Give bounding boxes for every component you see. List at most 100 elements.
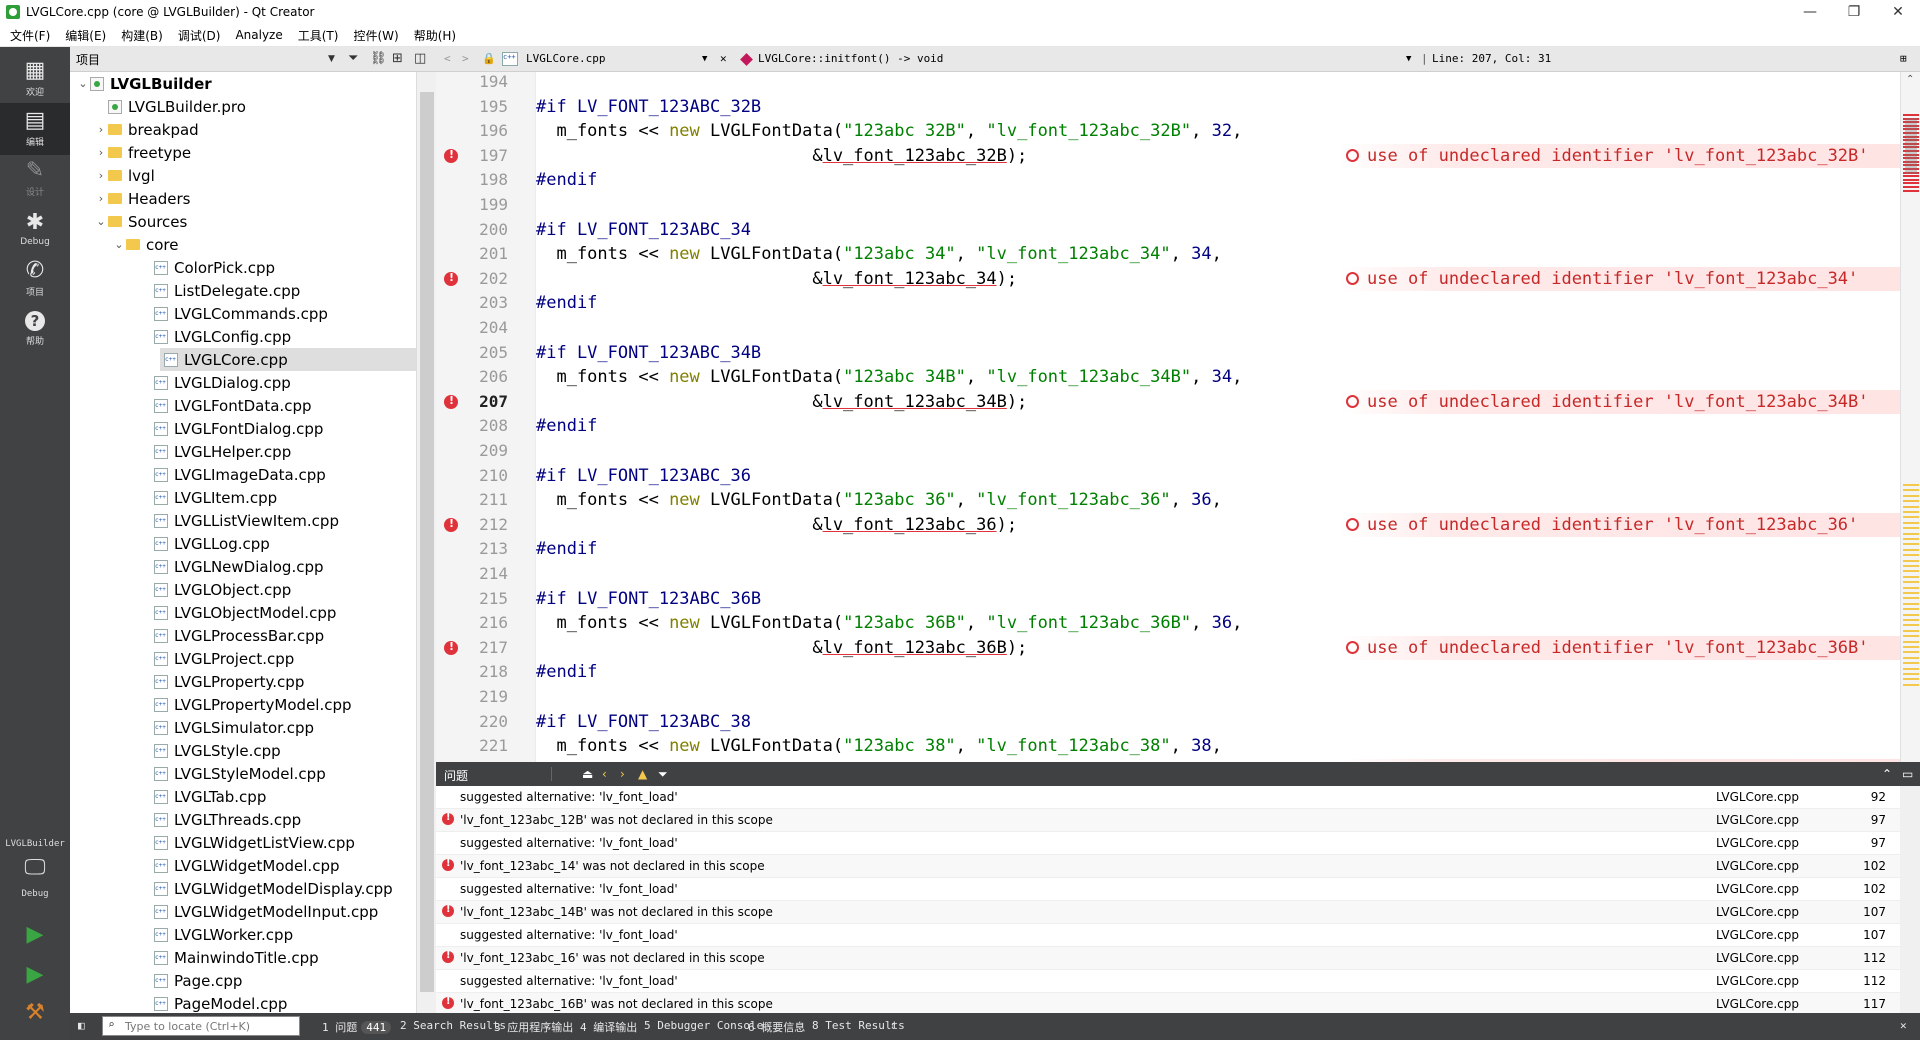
- code-line[interactable]: #endif: [536, 660, 1900, 684]
- menu-item[interactable]: 构建(B): [116, 27, 168, 44]
- tree-item[interactable]: Page.cpp: [70, 969, 416, 992]
- chevron-right-icon[interactable]: ›: [94, 123, 108, 136]
- code-line[interactable]: &lv_font_123abc_36B); use of undeclared i…: [536, 635, 1900, 660]
- chevron-down-icon[interactable]: ⌄: [94, 215, 108, 228]
- menu-item[interactable]: 编辑(E): [60, 27, 111, 44]
- tree-item[interactable]: › breakpad: [70, 118, 416, 141]
- forward-icon[interactable]: >: [462, 52, 469, 65]
- code-line[interactable]: &lv_font_123abc_34B); use of undeclared i…: [536, 389, 1900, 414]
- mode-pencil[interactable]: ✎ 设计: [0, 153, 70, 205]
- code-line[interactable]: #endif: [536, 414, 1900, 438]
- inline-error-annotation[interactable]: use of undeclared identifier 'lv_font_12…: [1340, 143, 1900, 168]
- code-line[interactable]: #if LV_FONT_123ABC_34B: [536, 341, 1900, 365]
- code-editor[interactable]: #if LV_FONT_123ABC_32B m_fonts << new LV…: [536, 72, 1900, 762]
- menu-item[interactable]: 帮助(H): [409, 27, 461, 44]
- code-line[interactable]: [536, 316, 1900, 340]
- issue-row[interactable]: suggested alternative: 'lv_font_load' LVG…: [436, 924, 1900, 947]
- locator-input[interactable]: Type to locate (Ctrl+K): [102, 1016, 300, 1036]
- menu-item[interactable]: 文件(F): [5, 27, 55, 44]
- output-tab[interactable]: 2 Search Results: [400, 1019, 506, 1032]
- code-line[interactable]: [536, 72, 1900, 94]
- chevron-down-icon[interactable]: ▼: [1406, 54, 1411, 64]
- code-line[interactable]: &lv_font_123abc_32B); use of undeclared i…: [536, 143, 1900, 168]
- next-item-icon[interactable]: ›: [620, 767, 625, 781]
- tree-item[interactable]: LVGLProcessBar.cpp: [70, 624, 416, 647]
- editor-scrollbar[interactable]: ⌃: [1900, 72, 1920, 762]
- close-button[interactable]: ✕: [1876, 0, 1920, 24]
- minimize-button[interactable]: —: [1788, 0, 1832, 24]
- chevron-down-icon[interactable]: ⌄: [76, 77, 90, 90]
- tree-item[interactable]: ⌄ Sources: [70, 210, 416, 233]
- open-file-combo[interactable]: LVGLCore.cpp: [526, 52, 605, 65]
- tree-scroll-thumb[interactable]: [420, 92, 434, 992]
- chevron-right-icon[interactable]: ›: [94, 169, 108, 182]
- code-line[interactable]: m_fonts << new LVGLFontData("123abc 32B"…: [536, 119, 1900, 143]
- issues-scrollbar[interactable]: [1900, 786, 1920, 1013]
- error-marker-icon[interactable]: [444, 148, 458, 163]
- issue-row[interactable]: suggested alternative: 'lv_font_load' LVG…: [436, 832, 1900, 855]
- toggle-sidebar-icon[interactable]: ◧: [78, 1019, 85, 1032]
- tree-item[interactable]: LVGLSimulator.cpp: [70, 716, 416, 739]
- clear-icon[interactable]: ⏏: [582, 767, 593, 781]
- run-button[interactable]: ▶: [0, 917, 70, 951]
- monitor-icon[interactable]: 🖵: [0, 855, 70, 889]
- more-tabs-icon[interactable]: ⇕: [890, 1019, 897, 1032]
- code-line[interactable]: m_fonts << new LVGLFontData("123abc 38",…: [536, 734, 1900, 758]
- tree-item[interactable]: LVGLBuilder.pro: [70, 95, 416, 118]
- tree-item[interactable]: ListDelegate.cpp: [70, 279, 416, 302]
- output-tab[interactable]: 3 应用程序输出: [494, 1019, 573, 1035]
- tree-item[interactable]: LVGLWidgetListView.cpp: [70, 831, 416, 854]
- tree-item[interactable]: LVGLWidgetModel.cpp: [70, 854, 416, 877]
- code-line[interactable]: m_fonts << new LVGLFontData("123abc 34B"…: [536, 365, 1900, 389]
- build-hammer-button[interactable]: ⚒: [0, 995, 70, 1029]
- output-tab[interactable]: 1 问题 441: [322, 1019, 392, 1035]
- split-icon[interactable]: ⊞: [1900, 52, 1907, 65]
- menu-item[interactable]: Analyze: [230, 28, 287, 42]
- mode-wrench[interactable]: ✆ 项目: [0, 253, 70, 305]
- cursor-position[interactable]: Line: 207, Col: 31: [1432, 52, 1551, 65]
- tree-scrollbar[interactable]: [416, 72, 436, 1013]
- tree-item[interactable]: LVGLObject.cpp: [70, 578, 416, 601]
- code-line[interactable]: #if LV_FONT_123ABC_32B: [536, 95, 1900, 119]
- tree-item[interactable]: LVGLObjectModel.cpp: [70, 601, 416, 624]
- menu-item[interactable]: 控件(W): [348, 27, 403, 44]
- error-marker-icon[interactable]: [444, 517, 458, 532]
- code-line[interactable]: m_fonts << new LVGLFontData("123abc 36",…: [536, 488, 1900, 512]
- inline-error-annotation[interactable]: use of undeclared identifier 'lv_font_12…: [1340, 266, 1900, 291]
- tree-item[interactable]: LVGLLog.cpp: [70, 532, 416, 555]
- tree-item[interactable]: ColorPick.cpp: [70, 256, 416, 279]
- scroll-up-icon[interactable]: ⌃: [1906, 74, 1914, 85]
- issue-row[interactable]: 'lv_font_123abc_12B' was not declared in…: [436, 809, 1900, 832]
- code-line[interactable]: &lv_font_123abc_34); use of undeclared id…: [536, 266, 1900, 291]
- code-line[interactable]: [536, 193, 1900, 217]
- inline-error-annotation[interactable]: use of undeclared identifier 'lv_font_12…: [1340, 635, 1900, 660]
- tree-item[interactable]: › Headers: [70, 187, 416, 210]
- maximize-pane-icon[interactable]: ⌃: [1882, 767, 1892, 781]
- chevron-right-icon[interactable]: ›: [94, 192, 108, 205]
- close-pane-icon[interactable]: ▭: [1902, 767, 1913, 781]
- code-line[interactable]: #if LV_FONT_123ABC_36: [536, 464, 1900, 488]
- code-line[interactable]: &lv_font_123abc_36); use of undeclared id…: [536, 512, 1900, 537]
- tree-item[interactable]: LVGLConfig.cpp: [70, 325, 416, 348]
- close-document-icon[interactable]: ✕: [720, 52, 727, 65]
- code-line[interactable]: [536, 685, 1900, 709]
- tree-item[interactable]: MainwindoTitle.cpp: [70, 946, 416, 969]
- editor-scroll-thumb[interactable]: [1905, 118, 1917, 174]
- code-line[interactable]: m_fonts << new LVGLFontData("123abc 36B"…: [536, 611, 1900, 635]
- chevron-down-icon[interactable]: ▼: [328, 54, 335, 64]
- issue-row[interactable]: 'lv_font_123abc_14B' was not declared in…: [436, 901, 1900, 924]
- chevron-right-icon[interactable]: ›: [94, 146, 108, 159]
- tree-item[interactable]: LVGLWidgetModelDisplay.cpp: [70, 877, 416, 900]
- tree-item[interactable]: LVGLCore.cpp: [160, 348, 416, 371]
- mode-bug[interactable]: ✱ Debug: [0, 203, 70, 255]
- warning-filter-icon[interactable]: ▲: [638, 767, 647, 781]
- tree-item[interactable]: LVGLDialog.cpp: [70, 371, 416, 394]
- code-line[interactable]: #if LV_FONT_123ABC_38: [536, 710, 1900, 734]
- mode-edit-document[interactable]: ▤ 编辑: [0, 103, 70, 155]
- tree-item[interactable]: ⌄ LVGLBuilder: [70, 72, 416, 95]
- code-line[interactable]: #endif: [536, 537, 1900, 561]
- tree-item[interactable]: LVGLItem.cpp: [70, 486, 416, 509]
- issue-row[interactable]: 'lv_font_123abc_14' was not declared in …: [436, 855, 1900, 878]
- symbol-combo[interactable]: LVGLCore::initfont() -> void: [758, 52, 943, 65]
- issue-row[interactable]: suggested alternative: 'lv_font_load' LVG…: [436, 878, 1900, 901]
